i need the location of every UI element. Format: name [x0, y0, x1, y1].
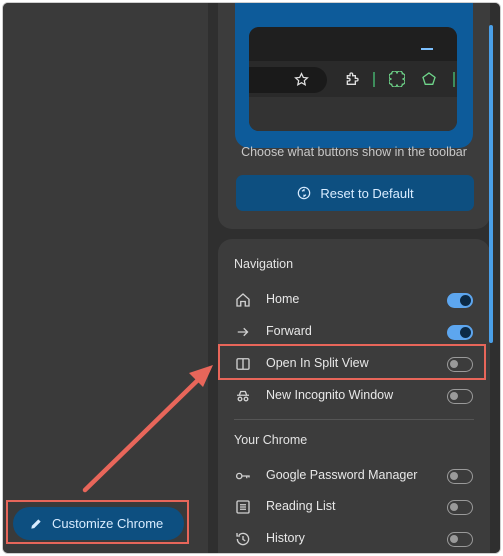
browser-frame: Choose what buttons show in the toolbar … — [2, 2, 501, 554]
annotation-arrow — [82, 365, 213, 493]
